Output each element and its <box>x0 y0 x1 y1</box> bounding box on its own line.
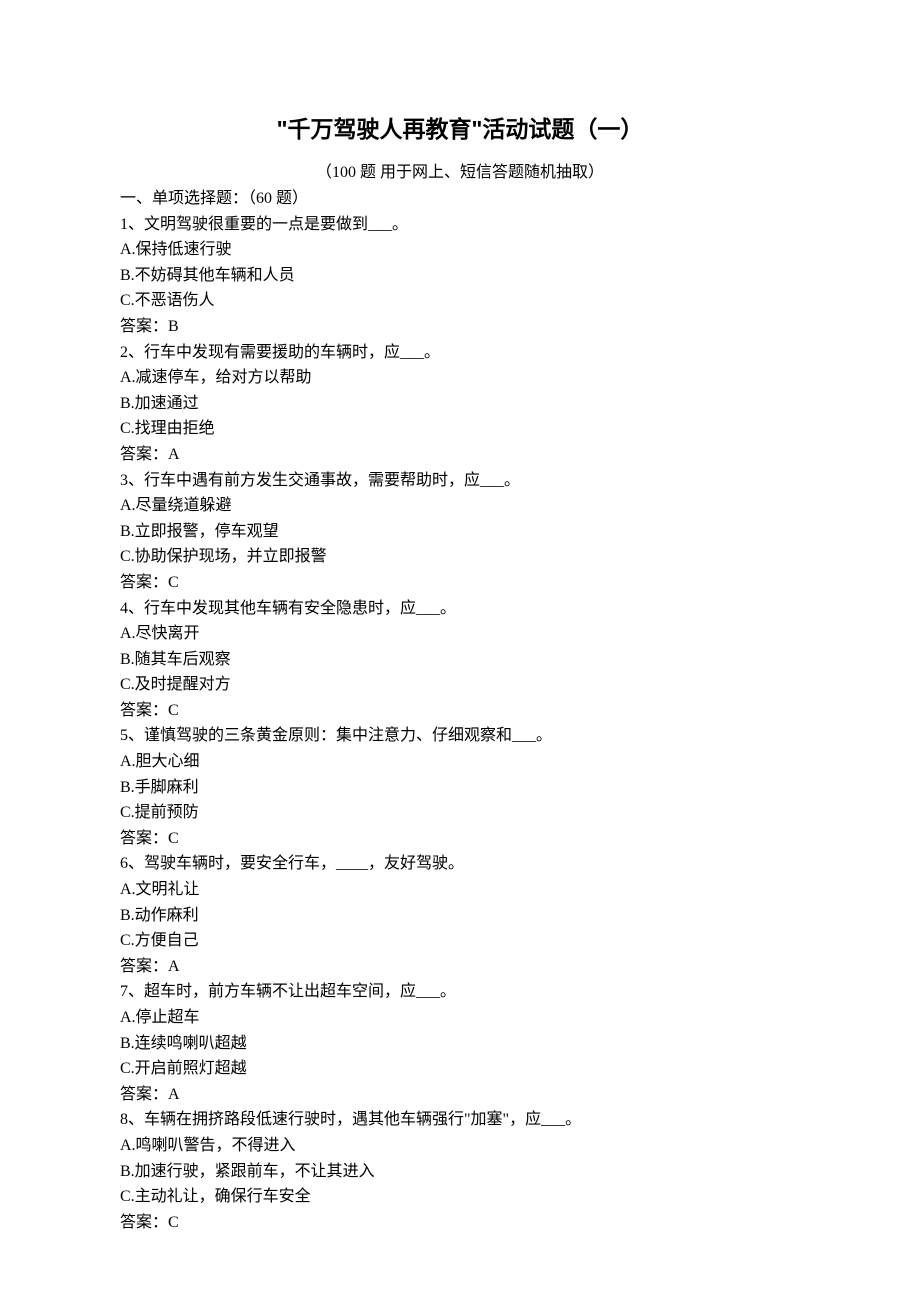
question-text-pre: 行车中遇有前方发生交通事故，需要帮助时，应 <box>144 472 480 489</box>
option: A.鸣喇叭警告，不得进入 <box>120 1133 800 1159</box>
option: C.方便自己 <box>120 928 800 954</box>
question-text-pre: 谨慎驾驶的三条黄金原则：集中注意力、仔细观察和 <box>144 727 512 744</box>
question-text-post: ，友好驾驶。 <box>368 855 464 872</box>
answer-prefix: 答案： <box>120 1086 168 1103</box>
option: C.不恶语伤人 <box>120 288 800 314</box>
answer-value: A <box>168 1086 180 1103</box>
option: B.动作麻利 <box>120 903 800 929</box>
question-number: 4、 <box>120 600 144 617</box>
question-text-pre: 超车时，前方车辆不让出超车空间，应 <box>144 983 416 1000</box>
answer-prefix: 答案： <box>120 830 168 847</box>
question-text-pre: 车辆在拥挤路段低速行驶时，遇其他车辆强行"加塞"，应 <box>144 1111 541 1128</box>
question-text-post: 。 <box>440 983 456 1000</box>
blank: ___ <box>480 472 504 489</box>
question-number: 8、 <box>120 1111 144 1128</box>
question-text-post: 。 <box>424 344 440 361</box>
question-text-post: 。 <box>392 216 408 233</box>
question-stem: 3、行车中遇有前方发生交通事故，需要帮助时，应___。 <box>120 468 800 494</box>
question-text-pre: 驾驶车辆时，要安全行车， <box>144 855 336 872</box>
option: C.找理由拒绝 <box>120 416 800 442</box>
option: B.不妨碍其他车辆和人员 <box>120 263 800 289</box>
question-number: 5、 <box>120 727 144 744</box>
answer-prefix: 答案： <box>120 958 168 975</box>
question-text-pre: 行车中发现有需要援助的车辆时，应 <box>144 344 400 361</box>
question-text-post: 。 <box>565 1111 581 1128</box>
option: B.立即报警，停车观望 <box>120 519 800 545</box>
blank: ___ <box>368 216 392 233</box>
option: A.停止超车 <box>120 1005 800 1031</box>
answer-prefix: 答案： <box>120 702 168 719</box>
question-stem: 7、超车时，前方车辆不让出超车空间，应___。 <box>120 979 800 1005</box>
answer-value: C <box>168 574 179 591</box>
question-stem: 5、谨慎驾驶的三条黄金原则：集中注意力、仔细观察和___。 <box>120 723 800 749</box>
option: A.保持低速行驶 <box>120 237 800 263</box>
option: A.文明礼让 <box>120 877 800 903</box>
blank: ____ <box>336 855 368 872</box>
question-stem: 8、车辆在拥挤路段低速行驶时，遇其他车辆强行"加塞"，应___。 <box>120 1107 800 1133</box>
answer-line: 答案：B <box>120 314 800 340</box>
answer-line: 答案：C <box>120 1210 800 1236</box>
option: B.手脚麻利 <box>120 775 800 801</box>
option: B.随其车后观察 <box>120 647 800 673</box>
answer-value: A <box>168 446 180 463</box>
blank: ___ <box>416 983 440 1000</box>
section-header: 一、单项选择题：（60 题） <box>120 186 800 212</box>
option: C.及时提醒对方 <box>120 672 800 698</box>
page-title: "千万驾驶人再教育"活动试题（一） <box>120 110 800 144</box>
answer-value: C <box>168 702 179 719</box>
answer-value: A <box>168 958 180 975</box>
question-stem: 4、行车中发现其他车辆有安全隐患时，应___。 <box>120 596 800 622</box>
question-stem: 1、文明驾驶很重要的一点是要做到___。 <box>120 212 800 238</box>
answer-value: C <box>168 1214 179 1231</box>
option: A.减速停车，给对方以帮助 <box>120 365 800 391</box>
question-text-pre: 行车中发现其他车辆有安全隐患时，应 <box>144 600 416 617</box>
question-stem: 2、行车中发现有需要援助的车辆时，应___。 <box>120 340 800 366</box>
question-number: 6、 <box>120 855 144 872</box>
question-text-post: 。 <box>536 727 552 744</box>
answer-value: B <box>168 318 179 335</box>
option: C.提前预防 <box>120 800 800 826</box>
question-number: 2、 <box>120 344 144 361</box>
answer-line: 答案：A <box>120 442 800 468</box>
question-text-post: 。 <box>504 472 520 489</box>
option: C.协助保护现场，并立即报警 <box>120 544 800 570</box>
answer-line: 答案：C <box>120 570 800 596</box>
question-text-post: 。 <box>440 600 456 617</box>
blank: ___ <box>512 727 536 744</box>
blank: ___ <box>400 344 424 361</box>
option: C.主动礼让，确保行车安全 <box>120 1184 800 1210</box>
question-stem: 6、驾驶车辆时，要安全行车，____，友好驾驶。 <box>120 851 800 877</box>
option: B.加速通过 <box>120 391 800 417</box>
option: A.尽快离开 <box>120 621 800 647</box>
blank: ___ <box>416 600 440 617</box>
answer-prefix: 答案： <box>120 446 168 463</box>
answer-line: 答案：A <box>120 954 800 980</box>
question-text-pre: 文明驾驶很重要的一点是要做到 <box>144 216 368 233</box>
answer-value: C <box>168 830 179 847</box>
blank: ___ <box>541 1111 565 1128</box>
answer-line: 答案：C <box>120 826 800 852</box>
question-number: 3、 <box>120 472 144 489</box>
answer-line: 答案：A <box>120 1082 800 1108</box>
option: B.连续鸣喇叭超越 <box>120 1031 800 1057</box>
option: A.胆大心细 <box>120 749 800 775</box>
answer-prefix: 答案： <box>120 574 168 591</box>
answer-prefix: 答案： <box>120 318 168 335</box>
question-number: 7、 <box>120 983 144 1000</box>
option: B.加速行驶，紧跟前车，不让其进入 <box>120 1159 800 1185</box>
answer-prefix: 答案： <box>120 1214 168 1231</box>
question-number: 1、 <box>120 216 144 233</box>
option: A.尽量绕道躲避 <box>120 493 800 519</box>
question-list: 1、文明驾驶很重要的一点是要做到___。A.保持低速行驶B.不妨碍其他车辆和人员… <box>120 212 800 1236</box>
page-subtitle: （100 题 用于网上、短信答题随机抽取） <box>120 158 800 182</box>
answer-line: 答案：C <box>120 698 800 724</box>
option: C.开启前照灯超越 <box>120 1056 800 1082</box>
